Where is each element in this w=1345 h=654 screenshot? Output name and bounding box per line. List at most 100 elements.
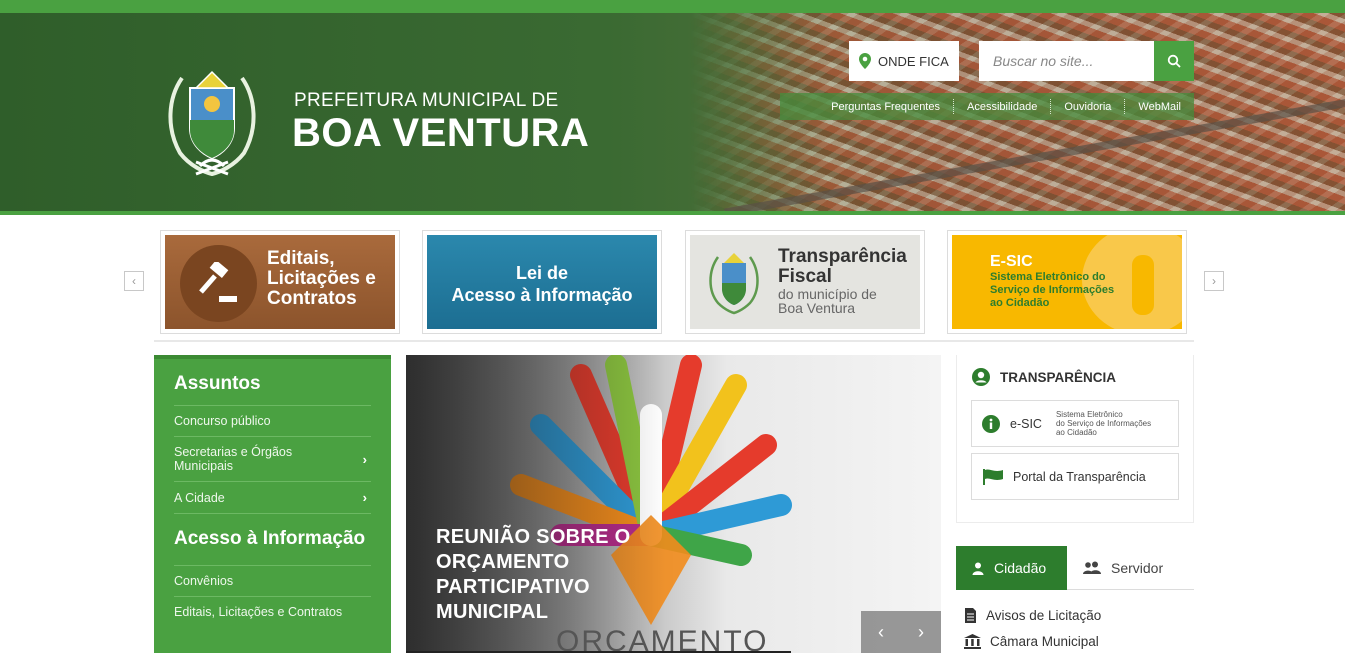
sidebar-item-label: Convênios	[174, 574, 234, 588]
slider-title[interactable]: REUNIÃO SOBRE O ORÇAMENTO PARTICIPATIVO …	[436, 525, 666, 625]
onde-fica-button[interactable]: ONDE FICA	[849, 41, 959, 81]
link-camara-label: Câmara Municipal	[990, 633, 1099, 649]
banner-editais-line3: Contratos	[267, 288, 357, 309]
link-avisos-label: Avisos de Licitação	[986, 607, 1102, 623]
search-bar	[979, 41, 1194, 81]
municipal-crest-small-icon	[709, 253, 759, 315]
chevron-right-icon: ›	[1212, 274, 1216, 288]
banner-lei-line1: Lei de	[515, 263, 568, 283]
sidebar-item-editais[interactable]: Editais, Licitações e Contratos	[174, 596, 371, 627]
banner-lei-acesso-image: Lei de Acesso à Informação	[427, 235, 657, 329]
transparencia-panel: TRANSPARÊNCIA e-SIC Sistema Eletrônico d…	[956, 355, 1194, 523]
banner-transparencia-line4: Boa Ventura	[778, 300, 856, 316]
slider-controls: ‹ ›	[861, 611, 941, 653]
chevron-right-icon: ›	[362, 451, 367, 467]
brand-subtitle: PREFEITURA MUNICIPAL DE	[294, 90, 559, 111]
sidebar-heading-assuntos: Assuntos	[174, 373, 261, 394]
quick-links-bar: Perguntas Frequentes Acessibilidade Ouvi…	[780, 93, 1194, 120]
esic-label: e-SIC	[1010, 416, 1042, 431]
transparencia-header: TRANSPARÊNCIA	[971, 367, 1179, 387]
sidebar-item-label: A Cidade	[174, 490, 225, 505]
esic-description: Sistema Eletrônico do Serviço de Informa…	[1056, 410, 1151, 437]
sidebar-item-convenios[interactable]: Convênios	[174, 565, 371, 596]
info-icon	[982, 414, 1000, 433]
header-bottom-line	[0, 211, 1345, 215]
banner-transparencia-line2: Fiscal	[778, 266, 832, 287]
flag-icon	[983, 468, 1003, 485]
banner-esic-line3: Serviço de Informações	[990, 284, 1115, 296]
slider-prev-button[interactable]: ‹	[861, 611, 901, 653]
user-circle-icon	[972, 368, 990, 386]
sidebar-heading-acesso: Acesso à Informação	[174, 528, 366, 549]
banner-editais[interactable]: Editais, Licitações e Contratos	[160, 230, 400, 334]
gavel-icon	[199, 262, 237, 302]
sidebar-item-secretarias[interactable]: Secretarias e Órgãos Municipais ›	[174, 436, 371, 481]
search-button[interactable]	[1154, 41, 1194, 81]
banner-transparencia-fiscal[interactable]: Transparência Fiscal do município de Boa…	[685, 230, 925, 334]
sidebar-menu: Assuntos Concurso público Secretarias e …	[154, 355, 391, 653]
tab-servidor[interactable]: Servidor	[1067, 546, 1179, 590]
esic-desc-1: Sistema Eletrônico	[1055, 410, 1123, 419]
sidebar-item-label: Editais, Licitações e Contratos	[174, 605, 343, 619]
link-ouvidoria[interactable]: Ouvidoria	[1051, 101, 1124, 113]
link-camara-municipal[interactable]: Câmara Municipal	[964, 628, 1194, 654]
slider-next-button[interactable]: ›	[901, 611, 941, 653]
brand-title[interactable]: BOA VENTURA	[292, 111, 589, 156]
user-icon	[972, 562, 984, 575]
banner-lei-acesso-text: Lei de Acesso à Informação	[427, 262, 657, 306]
tab-cidadao[interactable]: Cidadão	[956, 546, 1067, 590]
esic-desc-3: ao Cidadão	[1055, 428, 1097, 437]
slider-image-text: ORÇAMENTO	[556, 625, 769, 653]
banner-lei-line2: Acesso à Informação	[451, 285, 633, 305]
banner-transparencia-text: Transparência Fiscal do município de Boa…	[778, 247, 907, 316]
transparencia-heading: TRANSPARÊNCIA	[1000, 369, 1117, 385]
chevron-left-icon: ‹	[132, 274, 136, 288]
site-header: PREFEITURA MUNICIPAL DE BOA VENTURA ONDE…	[0, 13, 1345, 215]
banner-editais-line2: Licitações e	[267, 268, 376, 289]
banner-editais-text: Editais, Licitações e Contratos	[267, 249, 376, 309]
link-webmail[interactable]: WebMail	[1125, 101, 1194, 113]
banner-editais-line1: Editais,	[267, 248, 335, 269]
banner-esic-line4: ao Cidadão	[990, 297, 1050, 309]
link-avisos-licitacao[interactable]: Avisos de Licitação	[964, 602, 1194, 628]
banner-transparencia-fiscal-image: Transparência Fiscal do município de Boa…	[690, 235, 920, 329]
portal-transparencia-label: Portal da Transparência	[1013, 469, 1146, 484]
sidebar-item-label: Secretarias e Órgãos Municipais	[174, 445, 293, 473]
banner-prev-button[interactable]: ‹	[124, 271, 144, 291]
search-input[interactable]	[979, 41, 1154, 81]
section-divider	[154, 340, 1194, 342]
search-icon	[1167, 54, 1181, 68]
banner-esic-image: E-SIC Sistema Eletrônico do Serviço de I…	[952, 235, 1182, 329]
municipal-crest-icon[interactable]	[160, 58, 264, 182]
link-perguntas-frequentes[interactable]: Perguntas Frequentes	[818, 101, 953, 113]
banner-transparencia-line3: do município de	[778, 286, 877, 302]
esic-desc-2: do Serviço de Informações	[1055, 419, 1152, 428]
sidebar-item-concurso[interactable]: Concurso público	[174, 405, 371, 436]
audience-tabs: Cidadão Servidor	[956, 546, 1194, 590]
sidebar-item-a-cidade[interactable]: A Cidade ›	[174, 481, 371, 514]
institution-icon	[964, 633, 981, 649]
cidadao-links: Avisos de Licitação Câmara Municipal	[964, 602, 1194, 654]
news-slider[interactable]: ORÇAMENTO REUNIÃO SOBRE O ORÇAMENTO PART…	[406, 355, 941, 653]
tab-servidor-label: Servidor	[1111, 560, 1164, 576]
chevron-left-icon: ‹	[878, 621, 884, 642]
esic-link[interactable]: e-SIC Sistema Eletrônico do Serviço de I…	[971, 400, 1179, 447]
chevron-right-icon: ›	[362, 490, 367, 505]
link-acessibilidade[interactable]: Acessibilidade	[954, 101, 1050, 113]
users-icon	[1083, 561, 1101, 574]
banner-esic-line2: Sistema Eletrônico do	[990, 271, 1106, 283]
portal-transparencia-link[interactable]: Portal da Transparência	[971, 453, 1179, 500]
banner-esic[interactable]: E-SIC Sistema Eletrônico do Serviço de I…	[947, 230, 1187, 334]
info-bar-decoration	[1132, 255, 1154, 315]
banner-esic-text: E-SIC Sistema Eletrônico do Serviço de I…	[990, 253, 1114, 310]
banner-esic-line1: E-SIC	[990, 253, 1033, 270]
map-pin-icon	[859, 53, 871, 69]
banner-lei-acesso[interactable]: Lei de Acesso à Informação	[422, 230, 662, 334]
top-accent-bar	[0, 0, 1345, 13]
chevron-right-icon: ›	[918, 621, 924, 642]
document-icon	[965, 607, 976, 623]
tab-cidadao-label: Cidadão	[994, 560, 1047, 576]
banner-editais-image: Editais, Licitações e Contratos	[165, 235, 395, 329]
sidebar-item-label: Concurso público	[174, 414, 271, 428]
banner-next-button[interactable]: ›	[1204, 271, 1224, 291]
